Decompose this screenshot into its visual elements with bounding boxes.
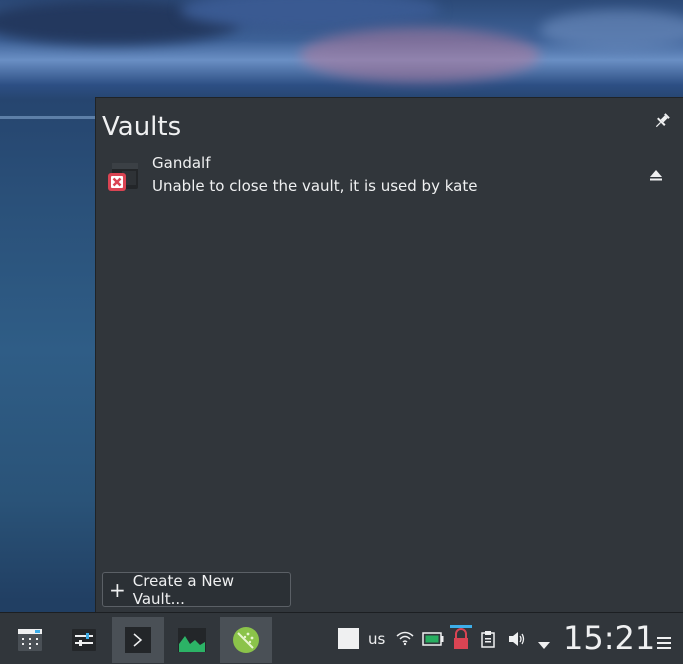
tray-expand-arrow-icon[interactable] bbox=[538, 635, 550, 654]
clipboard-icon[interactable] bbox=[481, 630, 495, 652]
terminal-icon[interactable] bbox=[112, 617, 164, 663]
vaults-popup: Vaults Gandalf Unable to close the vault… bbox=[95, 97, 683, 612]
battery-icon[interactable] bbox=[422, 631, 444, 650]
keyboard-layout-indicator[interactable]: us bbox=[368, 630, 385, 648]
vault-name: Gandalf bbox=[152, 154, 211, 172]
create-new-vault-button[interactable]: + Create a New Vault... bbox=[102, 571, 291, 608]
popup-title: Vaults bbox=[102, 112, 182, 142]
app-menu-icon[interactable] bbox=[4, 617, 56, 663]
plus-icon: + bbox=[109, 577, 126, 602]
system-monitor-icon[interactable] bbox=[166, 617, 218, 663]
clock[interactable]: 15:21 bbox=[563, 619, 655, 657]
panel-menu-icon[interactable] bbox=[657, 634, 671, 653]
vault-item-gandalf[interactable]: Gandalf Unable to close the vault, it is… bbox=[102, 150, 678, 200]
vault-error-icon bbox=[108, 161, 140, 193]
settings-icon[interactable] bbox=[58, 617, 110, 663]
eject-icon[interactable] bbox=[648, 167, 664, 183]
create-new-vault-label: Create a New Vault... bbox=[132, 571, 235, 608]
notification-square-icon[interactable] bbox=[338, 628, 359, 649]
vault-lock-icon[interactable] bbox=[450, 625, 472, 655]
green-app-icon[interactable] bbox=[220, 617, 272, 663]
taskbar: us 15:21 bbox=[0, 612, 683, 664]
pin-icon[interactable] bbox=[653, 112, 671, 130]
volume-icon[interactable] bbox=[508, 631, 526, 651]
vault-status-message: Unable to close the vault, it is used by… bbox=[152, 177, 478, 195]
wifi-icon[interactable] bbox=[396, 630, 414, 650]
